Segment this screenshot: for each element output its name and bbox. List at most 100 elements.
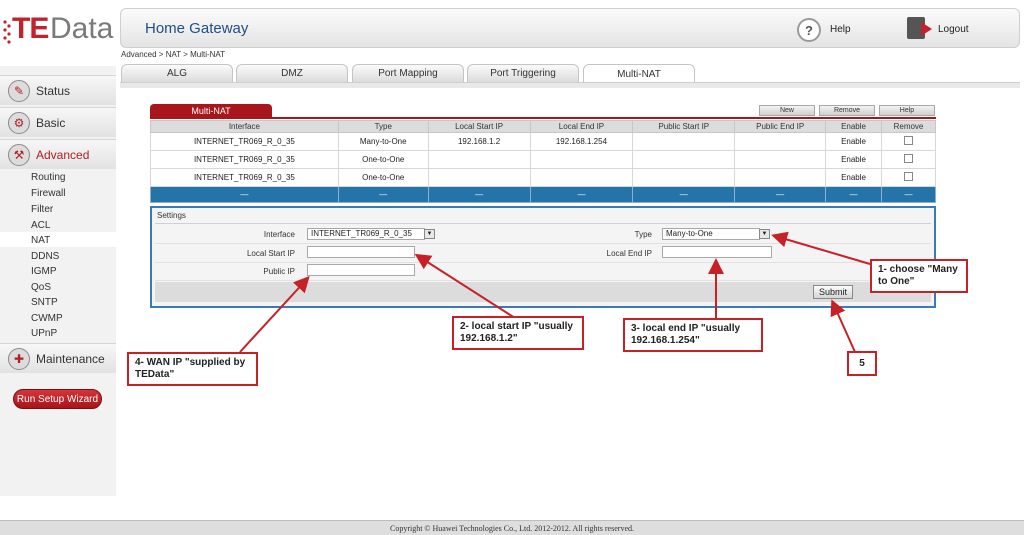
table-header-row: Interface Type Local Start IP Local End … (150, 120, 937, 133)
breadcrumb: Advanced > NAT > Multi-NAT (121, 50, 226, 59)
col-header-interface: Interface (150, 120, 339, 133)
sidebar-item-advanced[interactable]: ⚒ Advanced (0, 139, 116, 169)
app-title: Home Gateway (145, 20, 249, 37)
sidebar-sub-routing[interactable]: Routing (31, 172, 65, 183)
cell-local-start-ip: 192.168.1.2 (427, 132, 531, 151)
sidebar-sub-ddns[interactable]: DDNS (31, 251, 59, 262)
remove-checkbox[interactable] (903, 154, 913, 163)
cell-local-start-ip (427, 150, 531, 169)
band-cell: — (825, 186, 882, 203)
cell-public-end-ip (734, 132, 827, 151)
col-header-enable: Enable (825, 120, 882, 133)
remove-button[interactable]: Remove (819, 105, 875, 116)
cell-public-start-ip (632, 132, 736, 151)
cell-local-end-ip: 192.168.1.254 (529, 132, 634, 151)
active-sub-highlight (0, 232, 116, 247)
local-end-ip-input[interactable] (662, 246, 772, 258)
cell-public-end-ip (734, 168, 827, 187)
cell-type: Many-to-One (337, 132, 429, 151)
status-icon: ✎ (8, 79, 30, 102)
logout-link[interactable]: Logout (938, 24, 969, 35)
run-setup-wizard-button[interactable]: Run Setup Wizard (13, 389, 102, 409)
sidebar-sub-qos[interactable]: QoS (31, 282, 51, 293)
logo-data-text: Data (50, 12, 114, 45)
sidebar-item-label: Status (36, 83, 71, 98)
sidebar-sub-firewall[interactable]: Firewall (31, 188, 65, 199)
help-icon[interactable]: ? (797, 18, 821, 42)
tab-underline (120, 82, 1020, 88)
table-row[interactable]: INTERNET_TR069_R_0_35 Many-to-One 192.16… (150, 132, 937, 151)
local-start-ip-label: Local Start IP (246, 249, 295, 258)
panel-top-border (150, 117, 936, 119)
chevron-down-icon[interactable]: ▼ (759, 229, 770, 239)
sidebar-sub-cwmp[interactable]: CWMP (31, 313, 63, 324)
logo-te-text: TE (12, 12, 49, 45)
tab-dmz[interactable]: DMZ (236, 64, 348, 82)
advanced-icon: ⚒ (8, 143, 30, 166)
interface-label: Interface (263, 230, 295, 239)
sidebar-sub-sntp[interactable]: SNTP (31, 297, 58, 308)
col-header-remove: Remove (880, 120, 937, 133)
col-header-local-end-ip: Local End IP (529, 120, 634, 133)
logo-dots-icon (3, 20, 11, 44)
new-button[interactable]: New (759, 105, 815, 116)
cell-public-start-ip (632, 168, 736, 187)
cell-remove (880, 168, 937, 187)
col-header-local-start-ip: Local Start IP (427, 120, 531, 133)
table-row[interactable]: INTERNET_TR069_R_0_35 One-to-One Enable (150, 150, 937, 169)
tab-multi-nat[interactable]: Multi-NAT (583, 64, 695, 83)
help-button[interactable]: Help (879, 105, 935, 116)
sidebar-sub-filter[interactable]: Filter (31, 204, 53, 215)
cell-type: One-to-One (337, 168, 429, 187)
callout-2: 2- local start IP "usually 192.168.1.2" (452, 316, 584, 350)
type-select[interactable]: Many-to-One (662, 228, 760, 240)
table-new-row-band[interactable]: — — — — — — — — (150, 186, 937, 203)
col-header-type: Type (337, 120, 429, 133)
callout-1: 1- choose "Many to One" (870, 259, 968, 293)
sidebar-sub-upnp[interactable]: UPnP (31, 328, 57, 339)
cell-interface: INTERNET_TR069_R_0_35 (150, 132, 339, 151)
sidebar-item-label: Basic (36, 115, 66, 130)
band-cell: — (632, 186, 736, 203)
footer-copyright: Copyright © Huawei Technologies Co., Ltd… (0, 520, 1024, 535)
remove-checkbox[interactable] (903, 172, 913, 181)
band-cell: — (880, 186, 937, 203)
gear-icon: ⚙ (8, 111, 30, 134)
public-ip-label: Public IP (263, 267, 295, 276)
logout-arrow-icon (921, 22, 932, 36)
chevron-down-icon[interactable]: ▼ (424, 229, 435, 239)
header-bar (120, 8, 1020, 48)
band-cell: — (337, 186, 429, 203)
cell-remove (880, 132, 937, 151)
sidebar-sub-igmp[interactable]: IGMP (31, 266, 57, 277)
cell-public-start-ip (632, 150, 736, 169)
sidebar-item-basic[interactable]: ⚙ Basic (0, 107, 116, 137)
help-link[interactable]: Help (830, 24, 851, 35)
sidebar-sub-nat[interactable]: NAT (31, 235, 50, 246)
callout-4: 4- WAN IP "supplied by TEData" (127, 352, 258, 386)
interface-select[interactable]: INTERNET_TR069_R_0_35 (307, 228, 425, 240)
settings-title: Settings (157, 211, 186, 220)
cell-local-end-ip (529, 168, 634, 187)
sidebar-item-status[interactable]: ✎ Status (0, 75, 116, 105)
col-header-public-end-ip: Public End IP (734, 120, 827, 133)
remove-checkbox[interactable] (903, 136, 913, 145)
submit-button[interactable]: Submit (813, 285, 853, 299)
local-start-ip-input[interactable] (307, 246, 415, 258)
sidebar-item-label: Advanced (36, 147, 90, 162)
band-cell: — (734, 186, 827, 203)
cell-public-end-ip (734, 150, 827, 169)
panel-title: Multi-NAT (150, 104, 272, 118)
band-cell: — (150, 186, 339, 203)
tab-alg[interactable]: ALG (121, 64, 233, 82)
sidebar-item-maintenance[interactable]: ✚ Maintenance (0, 343, 116, 373)
tab-port-triggering[interactable]: Port Triggering (467, 64, 579, 82)
table-row[interactable]: INTERNET_TR069_R_0_35 One-to-One Enable (150, 168, 937, 187)
type-label: Type (634, 230, 652, 239)
cell-enable: Enable (825, 132, 882, 151)
tab-port-mapping[interactable]: Port Mapping (352, 64, 464, 82)
maintenance-icon: ✚ (8, 347, 30, 370)
public-ip-input[interactable] (307, 264, 415, 276)
callout-5: 5 (847, 351, 877, 376)
sidebar-sub-acl[interactable]: ACL (31, 220, 50, 231)
